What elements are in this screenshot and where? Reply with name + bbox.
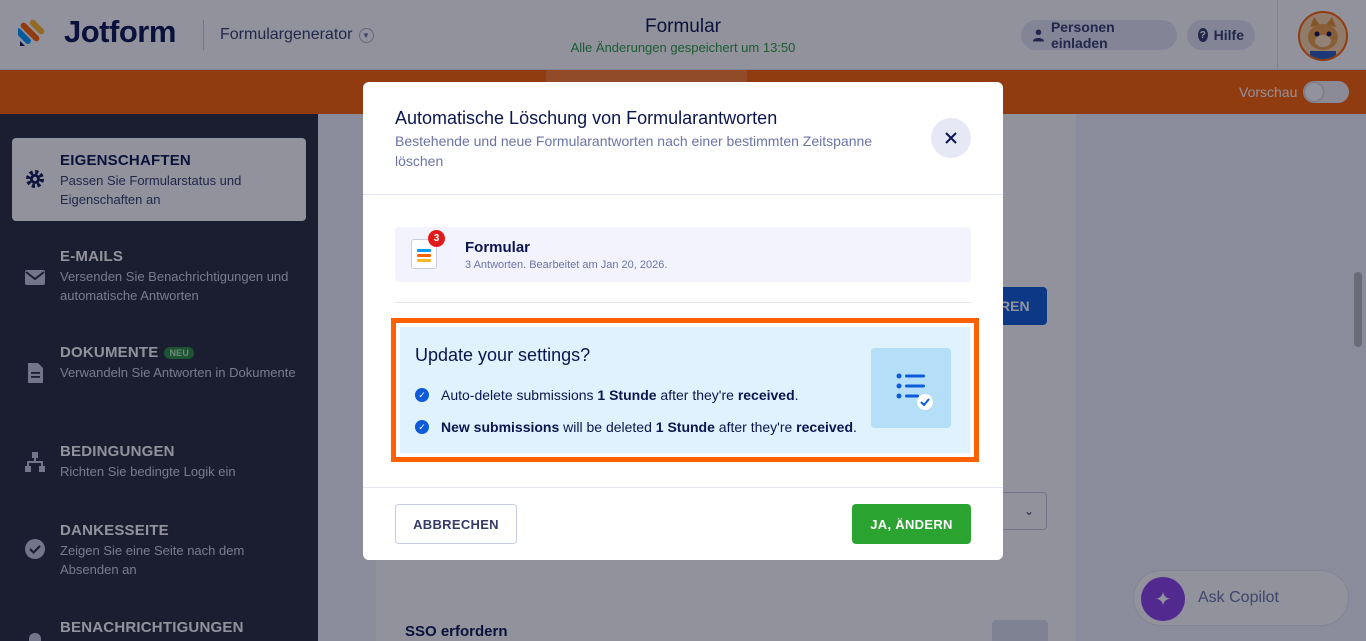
checklist-icon xyxy=(871,348,951,428)
modal-title: Automatische Löschung von Formularantwor… xyxy=(395,108,778,128)
divider xyxy=(363,487,1003,488)
cancel-button[interactable]: ABBRECHEN xyxy=(395,504,517,544)
settings-row-text: New submissions will be deleted 1 Stunde… xyxy=(441,419,857,435)
settings-row-text: Auto-delete submissions 1 Stunde after t… xyxy=(441,387,799,403)
settings-summary-highlight: Update your settings? ✓ Auto-delete subm… xyxy=(391,318,979,462)
modal-subtitle: Bestehende und neue Formularantworten na… xyxy=(395,133,873,169)
divider xyxy=(363,194,1003,195)
check-icon: ✓ xyxy=(415,420,429,434)
close-icon xyxy=(945,132,957,144)
form-meta: 3 Antworten. Bearbeitet am Jan 20, 2026. xyxy=(465,259,668,271)
settings-title: Update your settings? xyxy=(415,345,591,365)
settings-row-new: ✓ New submissions will be deleted 1 Stun… xyxy=(415,419,857,435)
settings-summary: Update your settings? ✓ Auto-delete subm… xyxy=(400,327,970,453)
confirm-button[interactable]: JA, ÄNDERN xyxy=(852,504,971,544)
divider xyxy=(395,302,971,303)
form-name: Formular xyxy=(465,239,531,256)
submission-count-badge: 3 xyxy=(428,230,445,247)
form-summary-card: 3 Formular 3 Antworten. Bearbeitet am Ja… xyxy=(395,227,971,282)
check-icon: ✓ xyxy=(415,388,429,402)
auto-delete-modal: Automatische Löschung von Formularantwor… xyxy=(363,82,1003,560)
close-button[interactable] xyxy=(931,118,971,158)
settings-row-existing: ✓ Auto-delete submissions 1 Stunde after… xyxy=(415,387,799,403)
